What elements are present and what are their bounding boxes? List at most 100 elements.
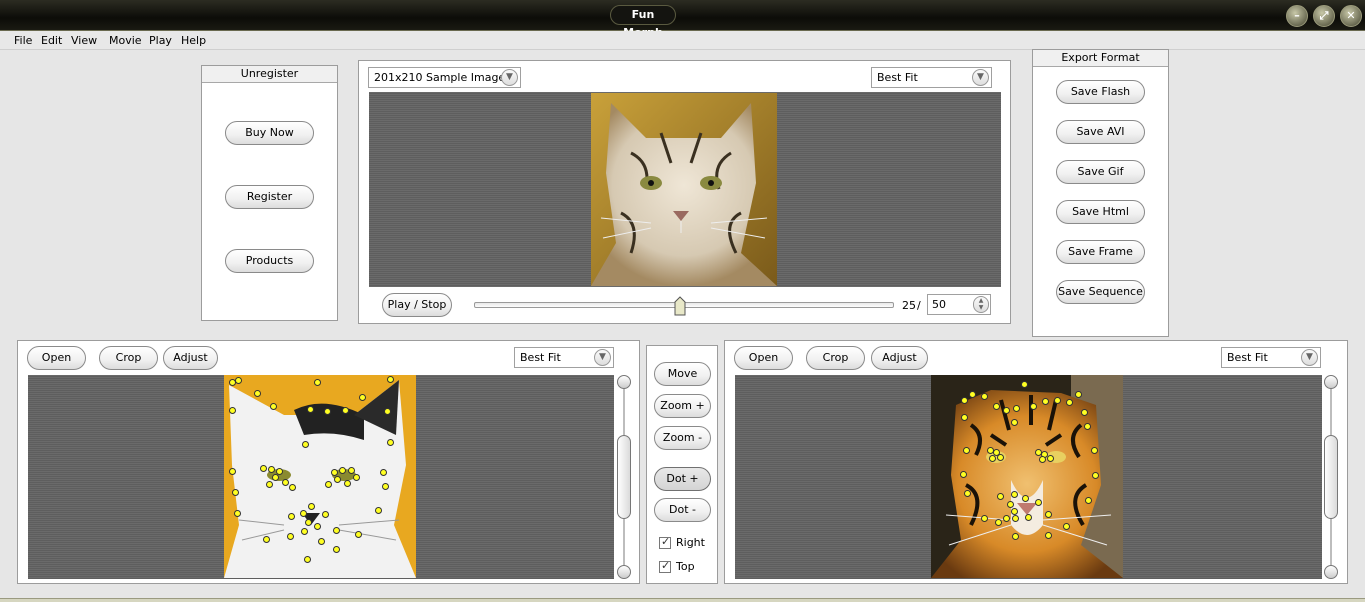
right-checkbox[interactable] bbox=[659, 535, 671, 549]
morph-dot[interactable] bbox=[302, 441, 309, 448]
morph-dot[interactable] bbox=[1081, 409, 1088, 416]
right-open-button[interactable]: Open bbox=[734, 346, 793, 370]
morph-dot[interactable] bbox=[333, 527, 340, 534]
save-frame-button[interactable]: Save Frame bbox=[1056, 240, 1145, 264]
morph-dot[interactable] bbox=[325, 481, 332, 488]
scroll-up-knob[interactable] bbox=[1324, 375, 1338, 389]
minimize-icon[interactable]: – bbox=[1286, 5, 1308, 27]
morph-dot[interactable] bbox=[1075, 391, 1082, 398]
morph-dot[interactable] bbox=[961, 414, 968, 421]
morph-dot[interactable] bbox=[355, 531, 362, 538]
menu-edit[interactable]: Edit bbox=[41, 34, 62, 47]
morph-dot[interactable] bbox=[314, 523, 321, 530]
morph-dot[interactable] bbox=[1066, 399, 1073, 406]
morph-dot[interactable] bbox=[318, 538, 325, 545]
morph-dot[interactable] bbox=[260, 465, 267, 472]
menu-help[interactable]: Help bbox=[181, 34, 206, 47]
preview-viewport[interactable] bbox=[369, 92, 1001, 287]
morph-dot[interactable] bbox=[387, 376, 394, 383]
morph-dot[interactable] bbox=[1054, 397, 1061, 404]
top-checkbox-row[interactable]: Top bbox=[659, 559, 695, 573]
scroll-down-knob[interactable] bbox=[617, 565, 631, 579]
left-image-viewport[interactable] bbox=[28, 375, 614, 579]
morph-dot[interactable] bbox=[1042, 398, 1049, 405]
morph-dot[interactable] bbox=[1012, 515, 1019, 522]
morph-dot[interactable] bbox=[300, 510, 307, 517]
morph-dot[interactable] bbox=[289, 484, 296, 491]
morph-dot[interactable] bbox=[1084, 423, 1091, 430]
left-fit-select[interactable]: Best Fit ▼ bbox=[514, 347, 614, 368]
left-crop-button[interactable]: Crop bbox=[99, 346, 158, 370]
scroll-down-knob[interactable] bbox=[1324, 565, 1338, 579]
frame-slider-thumb[interactable] bbox=[674, 296, 686, 316]
add-dot-button[interactable]: Dot + bbox=[654, 467, 711, 491]
frame-total-stepper[interactable]: 50 ▲ ▼ bbox=[927, 294, 991, 315]
morph-dot[interactable] bbox=[1045, 511, 1052, 518]
top-checkbox[interactable] bbox=[659, 559, 671, 573]
morph-dot[interactable] bbox=[331, 469, 338, 476]
morph-dot[interactable] bbox=[989, 455, 996, 462]
morph-dot[interactable] bbox=[266, 481, 273, 488]
morph-dot[interactable] bbox=[981, 515, 988, 522]
morph-dot[interactable] bbox=[1047, 455, 1054, 462]
save-html-button[interactable]: Save Html bbox=[1056, 200, 1145, 224]
morph-dot[interactable] bbox=[1011, 491, 1018, 498]
morph-dot[interactable] bbox=[348, 467, 355, 474]
right-fit-select[interactable]: Best Fit ▼ bbox=[1221, 347, 1321, 368]
morph-dot[interactable] bbox=[960, 471, 967, 478]
morph-dot[interactable] bbox=[1035, 499, 1042, 506]
morph-dot[interactable] bbox=[1045, 532, 1052, 539]
morph-dot[interactable] bbox=[961, 397, 968, 404]
scroll-thumb[interactable] bbox=[1324, 435, 1338, 519]
chevron-down-icon[interactable]: ▼ bbox=[1301, 349, 1318, 366]
morph-dot[interactable] bbox=[270, 403, 277, 410]
morph-dot[interactable] bbox=[1011, 419, 1018, 426]
morph-dot[interactable] bbox=[1063, 523, 1070, 530]
morph-dot[interactable] bbox=[353, 474, 360, 481]
morph-dot[interactable] bbox=[308, 503, 315, 510]
morph-dot[interactable] bbox=[322, 511, 329, 518]
morph-dot[interactable] bbox=[235, 377, 242, 384]
morph-dot[interactable] bbox=[229, 407, 236, 414]
morph-dot[interactable] bbox=[993, 403, 1000, 410]
morph-dot[interactable] bbox=[254, 390, 261, 397]
morph-dot[interactable] bbox=[305, 519, 312, 526]
morph-dot[interactable] bbox=[1021, 381, 1028, 388]
morph-dot[interactable] bbox=[1012, 533, 1019, 540]
morph-dot[interactable] bbox=[268, 466, 275, 473]
maximize-icon[interactable]: ⤢ bbox=[1313, 5, 1335, 27]
morph-dot[interactable] bbox=[344, 480, 351, 487]
morph-dot[interactable] bbox=[288, 513, 295, 520]
morph-dot[interactable] bbox=[234, 510, 241, 517]
morph-dot[interactable] bbox=[263, 536, 270, 543]
register-button[interactable]: Register bbox=[225, 185, 314, 209]
morph-dot[interactable] bbox=[997, 454, 1004, 461]
spinner-arrows-icon[interactable]: ▲ ▼ bbox=[973, 296, 989, 313]
morph-dot[interactable] bbox=[282, 479, 289, 486]
save-gif-button[interactable]: Save Gif bbox=[1056, 160, 1145, 184]
morph-dot[interactable] bbox=[342, 407, 349, 414]
chevron-down-icon[interactable]: ▼ bbox=[501, 69, 518, 86]
save-avi-button[interactable]: Save AVI bbox=[1056, 120, 1145, 144]
zoom-in-button[interactable]: Zoom + bbox=[654, 394, 711, 418]
morph-dot[interactable] bbox=[301, 528, 308, 535]
morph-dot[interactable] bbox=[1007, 501, 1014, 508]
morph-dot[interactable] bbox=[382, 483, 389, 490]
morph-dot[interactable] bbox=[339, 467, 346, 474]
move-button[interactable]: Move bbox=[654, 362, 711, 386]
right-adjust-button[interactable]: Adjust bbox=[871, 346, 928, 370]
morph-dot[interactable] bbox=[380, 469, 387, 476]
save-flash-button[interactable]: Save Flash bbox=[1056, 80, 1145, 104]
morph-dot[interactable] bbox=[1039, 456, 1046, 463]
morph-dot[interactable] bbox=[314, 379, 321, 386]
morph-dot[interactable] bbox=[981, 393, 988, 400]
morph-dot[interactable] bbox=[359, 394, 366, 401]
chevron-down-icon[interactable]: ▼ bbox=[594, 349, 611, 366]
menu-file[interactable]: File bbox=[14, 34, 32, 47]
morph-dot[interactable] bbox=[1022, 495, 1029, 502]
products-button[interactable]: Products bbox=[225, 249, 314, 273]
morph-dot[interactable] bbox=[272, 474, 279, 481]
morph-dot[interactable] bbox=[1003, 407, 1010, 414]
morph-dot[interactable] bbox=[1025, 514, 1032, 521]
morph-dot[interactable] bbox=[287, 533, 294, 540]
